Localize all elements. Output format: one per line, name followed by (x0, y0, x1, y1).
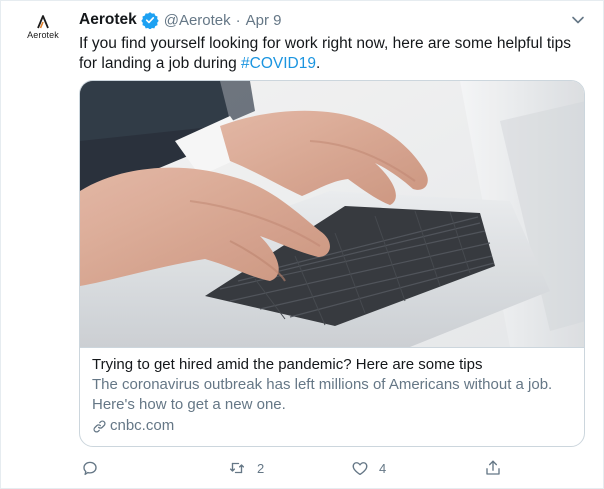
chevron-down-icon[interactable] (569, 11, 587, 29)
verified-badge-icon (141, 11, 159, 29)
card-domain-text: cnbc.com (110, 417, 175, 434)
author-handle[interactable]: @Aerotek (164, 12, 231, 29)
retweet-icon (229, 462, 245, 474)
link-icon (93, 420, 106, 432)
hashtag-link[interactable]: #COVID19 (241, 55, 316, 72)
avatar[interactable]: Aerotek (23, 15, 63, 55)
link-card[interactable]: Trying to get hired amid the pandemic? H… (79, 80, 585, 447)
tweet-text-main: If you find yourself looking for work ri… (79, 35, 571, 72)
laptop-typing-image (80, 81, 584, 347)
share-icon (486, 460, 500, 475)
avatar-brand-text: Aerotek (27, 30, 59, 40)
tweet-text: If you find yourself looking for work ri… (79, 34, 579, 74)
tweet-header: Aerotek @Aerotek · Apr 9 (79, 7, 282, 33)
retweet-button[interactable]: 2 (227, 457, 264, 479)
tweet-text-end: . (315, 55, 321, 72)
share-button[interactable] (484, 457, 502, 479)
reply-button[interactable] (81, 457, 109, 479)
heart-icon (352, 462, 368, 476)
aerotek-logo-icon (37, 15, 49, 29)
like-button[interactable]: 4 (351, 457, 386, 479)
card-title: Trying to get hired amid the pandemic? H… (92, 356, 483, 373)
card-body[interactable]: Trying to get hired amid the pandemic? H… (92, 355, 576, 436)
header-separator: · (235, 11, 241, 29)
card-domain: cnbc.com (92, 416, 576, 436)
tweet-date[interactable]: Apr 9 (246, 12, 282, 29)
card-description: The coronavirus outbreak has left millio… (92, 376, 553, 413)
retweet-count: 2 (257, 460, 265, 476)
reply-icon (83, 461, 97, 476)
card-image[interactable] (80, 81, 584, 348)
tweet[interactable]: Aerotek Aerotek @Aerotek · Apr 9 If you … (0, 0, 604, 489)
like-count: 4 (379, 460, 387, 476)
tweet-actions: 2 4 (79, 457, 519, 479)
author-name[interactable]: Aerotek (79, 11, 137, 29)
